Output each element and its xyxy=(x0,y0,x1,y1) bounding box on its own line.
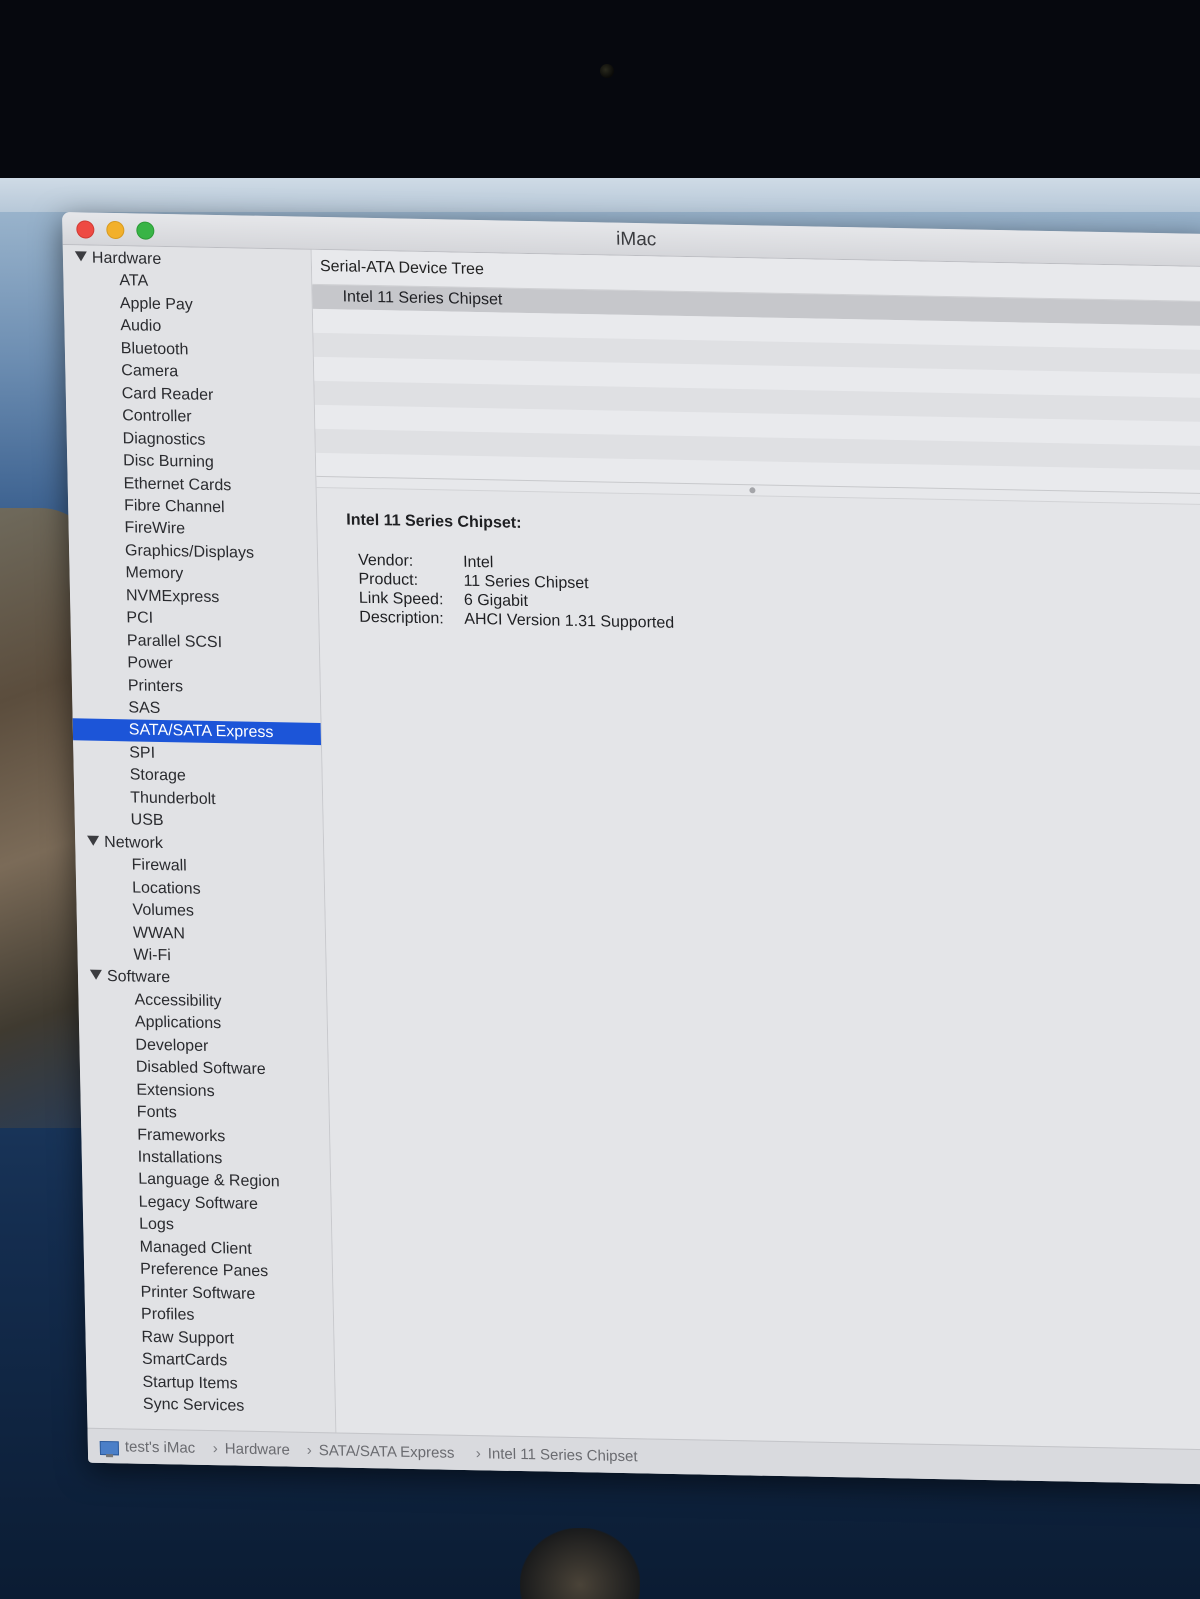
sidebar: Hardware ATA Apple Pay Audio Bluetooth Camera… xyxy=(62,245,337,1433)
sidebar-item-label: SmartCards xyxy=(141,1350,228,1370)
sidebar-item-label: Software xyxy=(106,968,171,987)
disclosure-triangle-icon[interactable] xyxy=(89,970,103,981)
property-value: 11 Series Chipset xyxy=(463,572,589,593)
sidebar-item-label: Audio xyxy=(120,317,162,336)
content-pane: Serial-ATA Device Tree Intel 11 Series C… xyxy=(311,249,1200,1450)
sidebar-item-label: Fibre Channel xyxy=(123,497,225,517)
device-tree-list[interactable]: Intel 11 Series Chipset xyxy=(312,284,1200,495)
computer-icon xyxy=(99,1440,120,1456)
sidebar-item-label: Printer Software xyxy=(140,1283,256,1303)
sidebar-item-label: Diagnostics xyxy=(122,429,206,449)
sidebar-item-label: Legacy Software xyxy=(138,1193,259,1213)
sidebar-item-label: Storage xyxy=(129,766,186,785)
sidebar-item-label: Hardware xyxy=(91,249,162,268)
sidebar-item-label: Frameworks xyxy=(137,1126,226,1145)
path-separator-icon: › xyxy=(306,1441,312,1460)
sidebar-item-label: Card Reader xyxy=(121,384,214,404)
property-key: Vendor: xyxy=(357,551,414,570)
tree-row-label: Intel 11 Series Chipset xyxy=(342,288,503,309)
property-key: Link Speed: xyxy=(358,589,444,609)
sidebar-item-label: NVMExpress xyxy=(125,587,220,606)
sidebar-item-label: Logs xyxy=(138,1216,175,1234)
camera-icon xyxy=(600,64,614,78)
sidebar-item-label: Ethernet Cards xyxy=(123,474,232,494)
sidebar-item-label: Raw Support xyxy=(141,1328,235,1348)
sidebar-item-label: ATA xyxy=(119,272,149,291)
sidebar-item-label: Firewall xyxy=(131,856,187,875)
sidebar-item-label: Thunderbolt xyxy=(130,789,216,808)
sidebar-item-label: Accessibility xyxy=(134,991,222,1011)
sidebar-item-label: Controller xyxy=(122,407,192,426)
sidebar-item-label: SPI xyxy=(129,744,156,762)
monitor-bezel xyxy=(0,0,1200,178)
sidebar-item-label: Bluetooth xyxy=(120,339,189,359)
sidebar-item-label: Wi-Fi xyxy=(133,946,172,965)
sidebar-item-label: Disabled Software xyxy=(135,1058,266,1079)
sidebar-item-label: Parallel SCSI xyxy=(126,631,223,651)
sidebar-item[interactable]: Sync Services xyxy=(87,1393,335,1420)
sidebar-item-label: Language & Region xyxy=(138,1171,280,1191)
sidebar-item-label: Profiles xyxy=(140,1305,195,1324)
sidebar-item-label: Preference Panes xyxy=(139,1260,269,1281)
sidebar-item-label: Applications xyxy=(134,1013,222,1033)
property-key: Product: xyxy=(358,570,419,589)
menu-bar xyxy=(0,178,1200,212)
sidebar-item-label: WWAN xyxy=(132,923,186,942)
sidebar-item-label: Fonts xyxy=(136,1103,178,1122)
disclosure-triangle-icon[interactable] xyxy=(74,251,88,262)
sidebar-item-label: Developer xyxy=(135,1036,209,1055)
sidebar-item-label: Apple Pay xyxy=(119,295,193,314)
sidebar-item-label: Startup Items xyxy=(142,1373,238,1393)
detail-pane: Intel 11 Series Chipset: Vendor: Intel P… xyxy=(317,487,1200,1445)
sidebar-item-label: PCI xyxy=(126,609,154,628)
sidebar-item-label: SAS xyxy=(128,699,161,717)
property-key: Description: xyxy=(359,608,444,628)
device-tree-title: Serial-ATA Device Tree xyxy=(319,257,485,279)
property-value: AHCI Version 1.31 Supported xyxy=(464,610,675,632)
sidebar-item-label: Power xyxy=(127,654,173,673)
sidebar-item-label: Disc Burning xyxy=(122,452,215,472)
sidebar-item-label: SATA/SATA Express xyxy=(128,721,274,742)
path-separator-icon: › xyxy=(212,1440,219,1458)
wallpaper-island xyxy=(520,1528,640,1599)
sidebar-item-label: Installations xyxy=(137,1148,223,1168)
sidebar-item-label: Extensions xyxy=(136,1081,215,1100)
sidebar-item-label: Printers xyxy=(127,676,184,695)
divider-handle-icon[interactable] xyxy=(749,487,756,494)
sidebar-item-label: Memory xyxy=(125,564,184,583)
path-item[interactable]: SATA/SATA Express xyxy=(319,1442,455,1462)
path-item[interactable]: Hardware xyxy=(225,1440,290,1458)
detail-heading: Intel 11 Series Chipset: xyxy=(346,511,522,532)
sidebar-item-label: Graphics/Displays xyxy=(124,542,255,562)
path-item[interactable]: Intel 11 Series Chipset xyxy=(488,1445,638,1465)
path-separator-icon: › xyxy=(475,1445,481,1463)
property-value: Intel xyxy=(462,553,494,572)
disclosure-triangle-icon[interactable] xyxy=(87,835,100,846)
sidebar-item-label: Sync Services xyxy=(142,1395,245,1415)
sidebar-item-label: Managed Client xyxy=(139,1238,252,1258)
sidebar-item-label: USB xyxy=(130,811,164,830)
sidebar-item-label: FireWire xyxy=(124,519,186,538)
sidebar-item-label: Network xyxy=(104,833,164,852)
system-information-window: iMac Hardware ATA Apple Pay Audio Bluetooth C… xyxy=(62,212,1200,1485)
sidebar-item-label: Volumes xyxy=(132,901,195,920)
path-item[interactable]: test's iMac xyxy=(125,1438,196,1456)
sidebar-item-label: Locations xyxy=(131,879,201,898)
sidebar-item-label: Camera xyxy=(121,362,179,381)
property-value: 6 Gigabit xyxy=(463,591,529,611)
